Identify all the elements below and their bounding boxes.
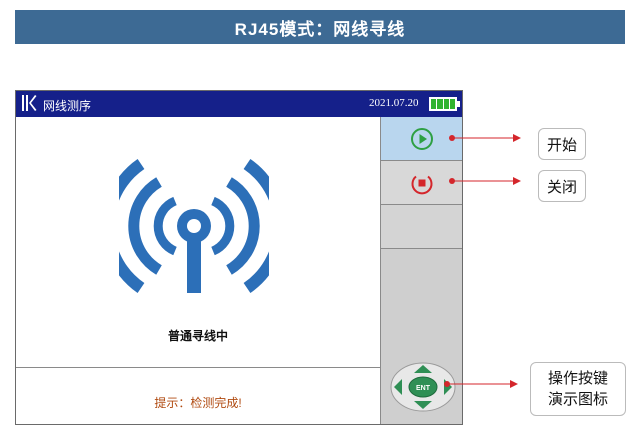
banner-title: RJ45模式：网线寻线 — [234, 19, 406, 39]
side-panel: ENT — [380, 117, 462, 424]
app-title: 网线测序 — [43, 99, 92, 113]
status-text: 普通寻线中 — [167, 329, 228, 343]
main-panel: 普通寻线中 提示：检测完成! — [16, 117, 380, 424]
empty-side-slot — [381, 205, 462, 249]
play-circle-icon — [410, 127, 433, 150]
hint-text: 提示：检测完成! — [154, 396, 242, 410]
app-logo-icon — [22, 95, 37, 111]
battery-icon — [429, 97, 457, 111]
wifi-signal-icon — [119, 159, 269, 293]
stop-button[interactable] — [381, 161, 462, 205]
callout-close: 关闭 — [538, 170, 586, 202]
callout-demo-keys: 操作按键 演示图标 — [530, 362, 626, 416]
start-button[interactable] — [381, 117, 462, 161]
stop-circle-icon — [411, 175, 432, 194]
device-screen: 网线测序 2021.07.20 普通寻线中 提示：检测完成! ENT — [15, 90, 463, 425]
dpad-icon[interactable]: ENT — [390, 362, 456, 412]
page-banner: RJ45模式：网线寻线 — [15, 10, 625, 44]
divider — [16, 367, 380, 368]
date-display: 2021.07.20 — [369, 97, 419, 109]
callout-start: 开始 — [538, 128, 586, 160]
ent-label: ENT — [416, 385, 431, 392]
title-bar: 网线测序 2021.07.20 — [16, 91, 462, 117]
